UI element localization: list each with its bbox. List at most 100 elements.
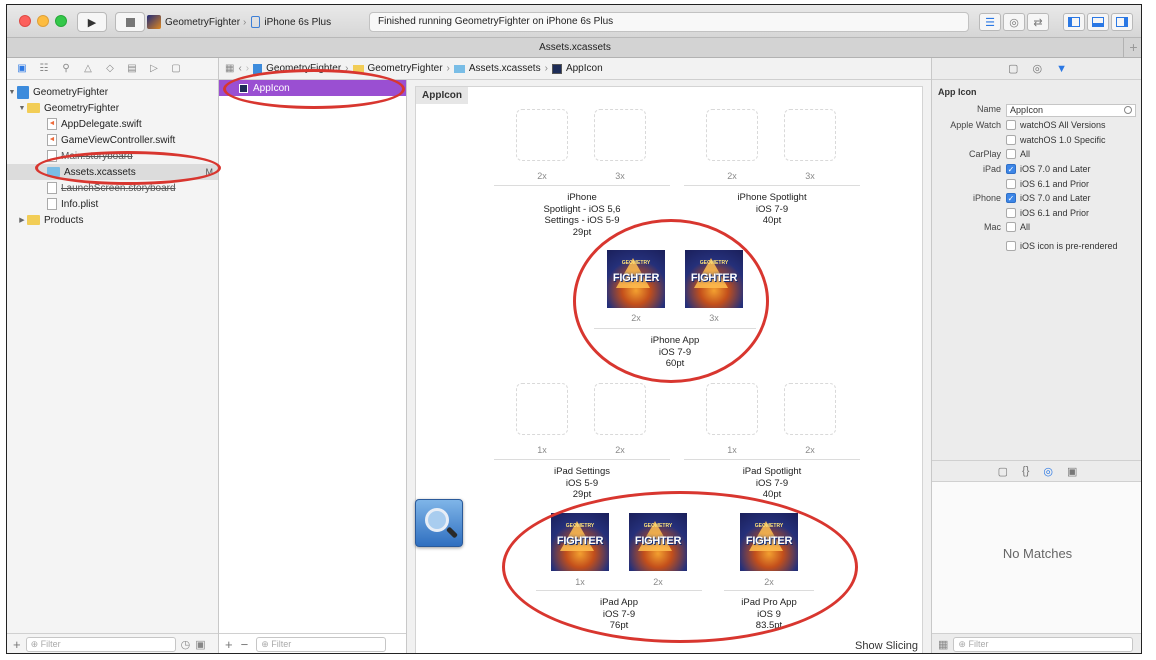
app-icon-image[interactable]: GEOMETRY FIGHTER [551,513,609,571]
tab-assets[interactable]: Assets.xcassets [539,42,611,53]
library-filter-input[interactable]: ⊕ Filter [953,637,1134,652]
checkbox[interactable] [1006,120,1016,130]
back-icon[interactable]: ‹ [238,63,241,74]
scale-label: 2x [631,313,641,323]
asset-item-appicon[interactable]: AppIcon [219,80,406,96]
hierarchy-icon[interactable]: ☷ [37,62,51,76]
remove-asset-icon[interactable]: − [241,637,249,652]
minimize-window-button[interactable] [37,15,49,27]
checkbox[interactable] [1006,179,1016,189]
warning-icon[interactable]: △ [81,62,95,76]
prop-value: AppIcon [1006,104,1136,117]
icon-slot-empty[interactable] [516,109,568,161]
breakpoint-icon[interactable]: ▷ [147,62,161,76]
app-icon-image[interactable]: GEOMETRY FIGHTER [629,513,687,571]
option-label: iOS 6.1 and Prior [1020,208,1090,218]
stop-button[interactable] [115,12,145,32]
toggle-utilities-button[interactable] [1111,13,1133,31]
object-library-icon[interactable]: ◎ [1043,465,1053,478]
attributes-inspector-icon[interactable]: ▼ [1056,63,1067,75]
prop-label: iPad [982,164,1001,174]
crumb-project[interactable]: GeometryFighter [266,63,341,74]
icon-slot-empty[interactable] [706,383,758,435]
icon-slot-empty[interactable] [784,109,836,161]
scale-label: 3x [805,171,815,181]
label-line: iPhone Spotlight [737,192,807,203]
crumb-group[interactable]: GeometryFighter [368,63,443,74]
tree-item-gameviewcontroller[interactable]: ◄ GameViewController.swift [7,132,218,148]
scm-status-icon[interactable]: ▣ [195,638,205,651]
add-asset-icon[interactable]: + [225,637,233,652]
name-field[interactable]: AppIcon [1006,104,1136,117]
checkbox-checked[interactable]: ✓ [1006,164,1016,174]
show-slicing-button[interactable]: Show Slicing [855,640,918,652]
checkbox[interactable] [1006,208,1016,218]
grid-view-icon[interactable]: ▦ [938,638,948,651]
assistant-editor-button[interactable]: ◎ [1003,13,1025,31]
clear-icon[interactable] [1124,106,1132,114]
close-window-button[interactable] [19,15,31,27]
run-button[interactable]: ▶ [77,12,107,32]
toggle-debug-button[interactable] [1087,13,1109,31]
tree-item-assets[interactable]: Assets.xcassets M [7,164,218,180]
search-icon[interactable]: ⚲ [59,62,73,76]
app-icon-image[interactable]: GEOMETRY FIGHTER [685,250,743,308]
navigator-filter-input[interactable]: ⊕ Filter [25,637,176,652]
disclosure-open-icon[interactable]: ▼ [17,105,27,112]
zoom-window-button[interactable] [55,15,67,27]
left-panel-icon [1068,17,1080,27]
tree-item-launchscreen[interactable]: LaunchScreen.storyboard [7,180,218,196]
asset-filter-input[interactable]: ⊕ Filter [256,637,387,652]
related-items-icon[interactable]: ▦ [225,63,234,74]
tree-item-label: GeometryFighter [33,86,109,98]
toggle-navigator-button[interactable] [1063,13,1085,31]
code-snippet-icon[interactable]: {} [1022,465,1029,477]
forward-icon[interactable]: › [246,63,249,74]
label-line: iOS 9 [757,608,781,620]
file-template-icon[interactable]: ▢ [998,465,1008,478]
folder-icon[interactable]: ▣ [15,62,29,76]
checkbox[interactable] [1006,135,1016,145]
version-editor-button[interactable]: ⇄ [1027,13,1049,31]
app-icon [147,15,161,29]
asset-editor: AppIcon 2x 3x iPhone Spotlight - iOS 5,6… [407,80,931,653]
test-icon[interactable]: ◇ [103,62,117,76]
report-icon[interactable]: ▢ [169,62,183,76]
label-line: iOS 7-9 [602,608,636,620]
media-library-icon[interactable]: ▣ [1067,465,1077,478]
file-inspector-icon[interactable]: ▢ [1008,62,1018,75]
disclosure-closed-icon[interactable]: ▶ [17,216,27,224]
tree-item-main-storyboard[interactable]: Main.storyboard [7,148,218,164]
tree-item-label: GeometryFighter [44,102,120,114]
debug-icon[interactable]: ▤ [125,62,139,76]
checkbox-checked[interactable]: ✓ [1006,193,1016,203]
icon-slot-empty[interactable] [706,109,758,161]
new-tab-button[interactable]: + [1123,38,1141,57]
tree-item-group[interactable]: ▼ GeometryFighter [7,100,218,116]
quick-help-icon[interactable]: ◎ [1032,62,1042,75]
prop-value: All [1006,222,1030,232]
icon-slot-empty[interactable] [784,383,836,435]
disclosure-open-icon[interactable]: ▼ [7,89,17,96]
app-icon-image[interactable]: GEOMETRY FIGHTER [607,250,665,308]
crumb-appicon[interactable]: AppIcon [566,63,603,74]
checkbox[interactable] [1006,149,1016,159]
icon-slot-empty[interactable] [594,109,646,161]
standard-editor-button[interactable]: ☰ [979,13,1001,31]
prop-label: Name [976,104,1001,114]
tree-item-infoplist[interactable]: Info.plist [7,196,218,212]
tree-item-products[interactable]: ▶ Products [7,212,218,228]
icon-slot-empty[interactable] [594,383,646,435]
crumb-assets[interactable]: Assets.xcassets [469,63,541,74]
scheme-selector[interactable]: GeometryFighter › iPhone 6s Plus [147,12,331,32]
app-icon-image[interactable]: GEOMETRY FIGHTER [740,513,798,571]
tree-item-label: Assets.xcassets [64,166,136,178]
add-icon[interactable]: + [13,637,21,652]
toolbar: ▶ GeometryFighter › iPhone 6s Plus Finis… [7,5,1141,38]
icon-slot-empty[interactable] [516,383,568,435]
recent-files-icon[interactable]: ◷ [181,638,191,651]
checkbox[interactable] [1006,241,1016,251]
checkbox[interactable] [1006,222,1016,232]
tree-item-project[interactable]: ▼ GeometryFighter [7,84,218,100]
tree-item-appdelegate[interactable]: ◄ AppDelegate.swift [7,116,218,132]
